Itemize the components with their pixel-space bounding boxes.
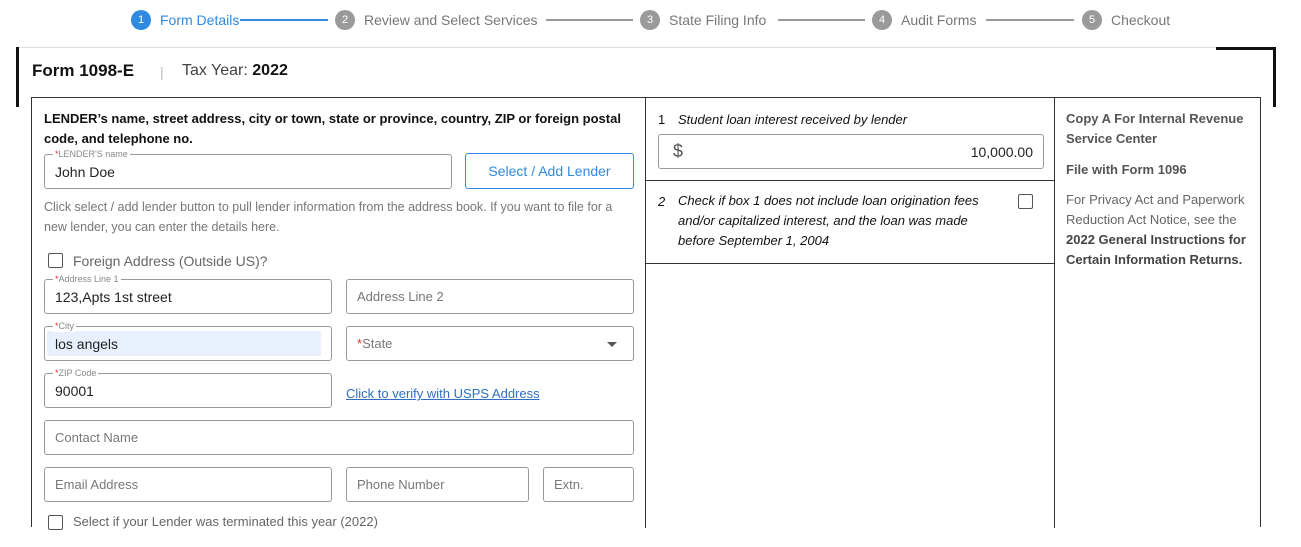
foreign-address-label: Foreign Address (Outside US)? (73, 253, 268, 269)
state-select[interactable]: * State (346, 326, 634, 361)
copy-info-section: Copy A For Internal Revenue Service Cent… (1055, 98, 1261, 528)
step-number: 4 (872, 10, 892, 30)
lender-name-value: John Doe (55, 163, 115, 180)
progress-stepper: 1 Form Details 2 Review and Select Servi… (0, 0, 1301, 40)
extension-placeholder: Extn. (554, 477, 584, 492)
frame-corner-left (16, 47, 19, 107)
step-number: 2 (335, 10, 355, 30)
verify-usps-link[interactable]: Click to verify with USPS Address (346, 386, 540, 401)
step-checkout[interactable]: 5 Checkout (1082, 10, 1170, 30)
privacy-notice: For Privacy Act and Paperwork Reduction … (1066, 192, 1246, 267)
contact-name-placeholder: Contact Name (55, 430, 139, 445)
phone-field[interactable]: Phone Number (346, 467, 529, 502)
step-label: Checkout (1111, 12, 1171, 28)
extension-field[interactable]: Extn. (543, 467, 634, 502)
copy-a-label: Copy A For Internal Revenue Service Cent… (1066, 111, 1244, 146)
frame-corner-right (1273, 47, 1276, 107)
address-line1-value: 123,Apts 1st street (55, 288, 172, 305)
zip-code-field[interactable]: *ZIP Code 90001 (44, 367, 332, 408)
frame-divider (16, 47, 1216, 48)
address-line1-field[interactable]: *Address Line 1 123,Apts 1st street (44, 273, 332, 314)
contact-name-field[interactable]: Contact Name (44, 420, 634, 455)
step-label: Audit Forms (901, 12, 977, 28)
step-connector (986, 19, 1074, 21)
file-with-label: File with Form 1096 (1066, 162, 1187, 177)
box1-label: 1 Student loan interest received by lende… (658, 112, 907, 127)
box-divider (646, 180, 1055, 181)
box2-number: 2 (658, 194, 666, 209)
step-label: Review and Select Services (364, 12, 538, 28)
city-field[interactable]: *City los angels (44, 320, 332, 361)
box1-amount-field[interactable]: $ 10,000.00 (658, 134, 1044, 169)
lender-name-field[interactable]: *LENDER'S name John Doe (44, 148, 452, 189)
step-number: 5 (1082, 10, 1102, 30)
dollar-icon: $ (673, 141, 684, 161)
box2-label: Check if box 1 does not include loan ori… (678, 193, 979, 248)
foreign-address-checkbox[interactable] (48, 253, 63, 268)
email-placeholder: Email Address (55, 477, 139, 492)
box2-checkbox[interactable] (1018, 194, 1033, 209)
tax-year: Tax Year: 2022 (182, 62, 288, 80)
lender-terminated-label: Select if your Lender was terminated thi… (73, 514, 378, 529)
address-line2-placeholder: Address Line 2 (357, 289, 444, 304)
city-value: los angels (55, 335, 119, 352)
lender-heading: LENDER’s name, street address, city or t… (44, 111, 621, 146)
select-add-lender-button[interactable]: Select / Add Lender (465, 153, 634, 189)
tax-year-value: 2022 (252, 62, 288, 79)
frame-corner-top-right (1216, 47, 1276, 50)
phone-placeholder: Phone Number (357, 477, 445, 492)
email-field[interactable]: Email Address (44, 467, 332, 502)
step-review-services[interactable]: 2 Review and Select Services (335, 10, 538, 30)
lender-hint: Click select / add lender button to pull… (44, 200, 613, 234)
step-connector (546, 19, 633, 21)
zip-code-value: 90001 (55, 382, 94, 399)
box1-amount-value: 10,000.00 (970, 144, 1033, 160)
chevron-down-icon (607, 342, 617, 347)
step-number: 1 (131, 10, 151, 30)
boxes-section: 1 Student loan interest received by lende… (646, 98, 1055, 528)
step-form-details[interactable]: 1 Form Details (131, 10, 239, 30)
step-state-filing[interactable]: 3 State Filing Info (640, 10, 766, 30)
box1-text: Student loan interest received by lender (678, 112, 908, 127)
box1-number: 1 (658, 112, 666, 127)
step-connector (240, 19, 328, 21)
state-placeholder: * State (357, 336, 393, 351)
step-label: Form Details (160, 12, 240, 28)
lender-section: LENDER’s name, street address, city or t… (32, 98, 646, 530)
step-number: 3 (640, 10, 660, 30)
form-grid: LENDER’s name, street address, city or t… (31, 97, 1261, 530)
tax-year-label: Tax Year: (182, 62, 248, 79)
lender-terminated-checkbox[interactable] (48, 515, 63, 530)
step-audit-forms[interactable]: 4 Audit Forms (872, 10, 976, 30)
form-title: Form 1098-E (32, 61, 135, 80)
title-separator: | (160, 64, 164, 80)
step-label: State Filing Info (669, 12, 767, 28)
instructions-reference: 2022 General Instructions for Certain In… (1066, 232, 1246, 267)
box-divider (646, 263, 1055, 264)
address-line2-field[interactable]: Address Line 2 (346, 279, 634, 314)
step-connector (778, 19, 865, 21)
